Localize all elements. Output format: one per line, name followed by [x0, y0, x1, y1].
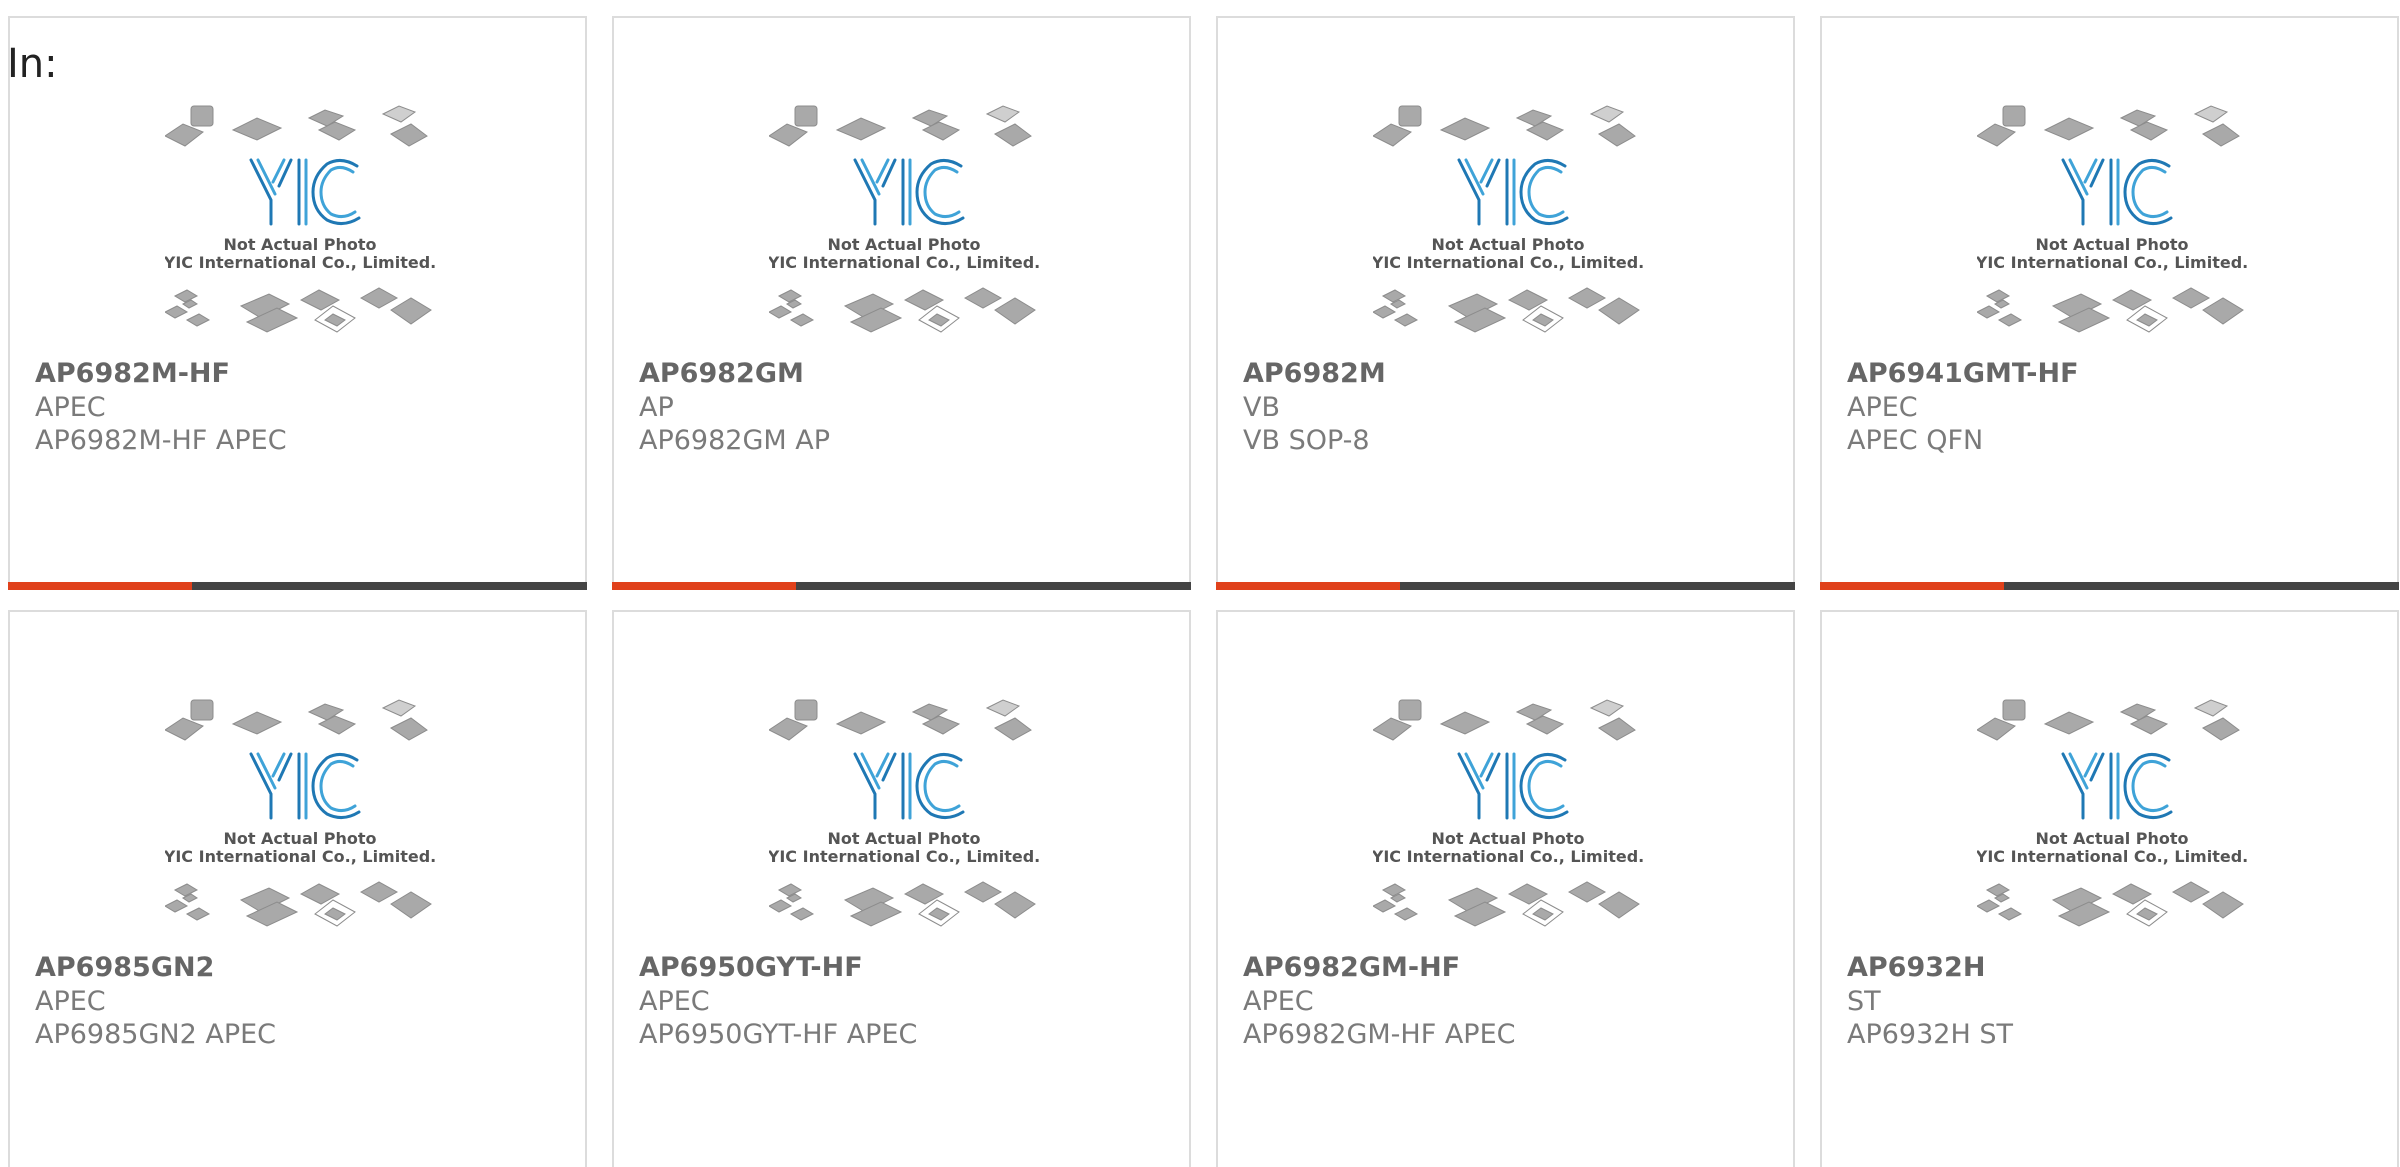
product-part-number[interactable]: AP6982GM — [639, 358, 804, 389]
photo-caption-line1: Not Actual Photo — [223, 829, 376, 848]
photo-caption-line1: Not Actual Photo — [2035, 829, 2188, 848]
photo-caption-line2: YIC International Co., Limited. — [165, 847, 435, 866]
product-card-2[interactable]: Not Actual Photo YIC International Co., … — [612, 16, 1191, 590]
product-brand: ST — [1847, 986, 1881, 1017]
product-photo-placeholder[interactable]: Not Actual Photo YIC International Co., … — [165, 100, 435, 340]
chip-photo-image: Not Actual Photo YIC International Co., … — [1373, 699, 1643, 927]
chip-photo-image: Not Actual Photo YIC International Co., … — [1977, 699, 2247, 927]
chip-photo-image: Not Actual Photo YIC International Co., … — [769, 105, 1039, 333]
card-bar-rest — [1400, 582, 1795, 590]
product-description: AP6932H ST — [1847, 1019, 2013, 1050]
product-description: VB SOP-8 — [1243, 425, 1370, 456]
chip-photo-image: Not Actual Photo YIC International Co., … — [165, 699, 435, 927]
yic-logo — [2061, 752, 2173, 820]
card-bottom-bar — [1820, 582, 2399, 590]
yic-logo — [853, 158, 965, 226]
product-card-3[interactable]: Not Actual Photo YIC International Co., … — [1216, 16, 1795, 590]
photo-caption-line1: Not Actual Photo — [1431, 235, 1584, 254]
product-part-number[interactable]: AP6941GMT-HF — [1847, 358, 2079, 389]
product-description: AP6985GN2 APEC — [35, 1019, 277, 1050]
product-brand: APEC — [35, 986, 106, 1017]
product-photo-placeholder[interactable]: Not Actual Photo YIC International Co., … — [1373, 694, 1643, 934]
card-bar-rest — [192, 582, 587, 590]
product-card-6[interactable]: Not Actual Photo YIC International Co., … — [612, 610, 1191, 1167]
product-photo-placeholder[interactable]: Not Actual Photo YIC International Co., … — [1977, 100, 2247, 340]
photo-caption-line1: Not Actual Photo — [827, 235, 980, 254]
photo-caption-line2: YIC International Co., Limited. — [1977, 253, 2247, 272]
product-description: AP6950GYT-HF APEC — [639, 1019, 918, 1050]
product-description: AP6982M-HF APEC — [35, 425, 287, 456]
product-brand: APEC — [35, 392, 106, 423]
product-photo-placeholder[interactable]: Not Actual Photo YIC International Co., … — [1373, 100, 1643, 340]
chip-photo-image: Not Actual Photo YIC International Co., … — [1373, 105, 1643, 333]
photo-caption-line2: YIC International Co., Limited. — [165, 253, 435, 272]
yic-logo — [249, 158, 361, 226]
product-card-4[interactable]: Not Actual Photo YIC International Co., … — [1820, 16, 2399, 590]
chip-photo-image: Not Actual Photo YIC International Co., … — [1977, 105, 2247, 333]
product-grid: Not Actual Photo YIC International Co., … — [8, 16, 2399, 1167]
product-part-number[interactable]: AP6932H — [1847, 952, 1985, 983]
product-listing-page: In: Not Actual Photo YIC International C… — [0, 0, 2400, 1167]
product-photo-placeholder[interactable]: Not Actual Photo YIC International Co., … — [769, 100, 1039, 340]
photo-caption-line1: Not Actual Photo — [223, 235, 376, 254]
product-description: AP6982GM AP — [639, 425, 831, 456]
product-card-8[interactable]: Not Actual Photo YIC International Co., … — [1820, 610, 2399, 1167]
product-card-7[interactable]: Not Actual Photo YIC International Co., … — [1216, 610, 1795, 1167]
chip-photo-image: Not Actual Photo YIC International Co., … — [769, 699, 1039, 927]
product-part-number[interactable]: AP6982M — [1243, 358, 1386, 389]
product-photo-placeholder[interactable]: Not Actual Photo YIC International Co., … — [1977, 694, 2247, 934]
card-bottom-bar — [612, 582, 1191, 590]
photo-caption-line2: YIC International Co., Limited. — [1373, 847, 1643, 866]
product-card-1[interactable]: Not Actual Photo YIC International Co., … — [8, 16, 587, 590]
product-photo-placeholder[interactable]: Not Actual Photo YIC International Co., … — [165, 694, 435, 934]
photo-caption-line2: YIC International Co., Limited. — [1977, 847, 2247, 866]
card-bar-accent — [612, 582, 796, 590]
card-bar-accent — [8, 582, 192, 590]
in-label: In: — [7, 41, 58, 87]
yic-logo — [249, 752, 361, 820]
product-photo-placeholder[interactable]: Not Actual Photo YIC International Co., … — [769, 694, 1039, 934]
product-description: APEC QFN — [1847, 425, 1984, 456]
card-bottom-bar — [8, 582, 587, 590]
photo-caption-line2: YIC International Co., Limited. — [769, 847, 1039, 866]
product-brand: APEC — [639, 986, 710, 1017]
product-part-number[interactable]: AP6982M-HF — [35, 358, 230, 389]
yic-logo — [2061, 158, 2173, 226]
photo-caption-line2: YIC International Co., Limited. — [1373, 253, 1643, 272]
product-brand: VB — [1243, 392, 1280, 423]
card-bar-accent — [1820, 582, 2004, 590]
card-bar-rest — [796, 582, 1191, 590]
photo-caption-line2: YIC International Co., Limited. — [769, 253, 1039, 272]
product-brand: AP — [639, 392, 674, 423]
product-card-5[interactable]: Not Actual Photo YIC International Co., … — [8, 610, 587, 1167]
product-part-number[interactable]: AP6985GN2 — [35, 952, 214, 983]
card-bottom-bar — [1216, 582, 1795, 590]
product-brand: APEC — [1847, 392, 1918, 423]
photo-caption-line1: Not Actual Photo — [1431, 829, 1584, 848]
yic-logo — [1457, 158, 1569, 226]
photo-caption-line1: Not Actual Photo — [827, 829, 980, 848]
photo-caption-line1: Not Actual Photo — [2035, 235, 2188, 254]
product-description: AP6982GM-HF APEC — [1243, 1019, 1516, 1050]
product-part-number[interactable]: AP6982GM-HF — [1243, 952, 1460, 983]
product-part-number[interactable]: AP6950GYT-HF — [639, 952, 863, 983]
yic-logo — [1457, 752, 1569, 820]
chip-photo-image: Not Actual Photo YIC International Co., … — [165, 105, 435, 333]
card-bar-accent — [1216, 582, 1400, 590]
card-bar-rest — [2004, 582, 2399, 590]
product-brand: APEC — [1243, 986, 1314, 1017]
yic-logo — [853, 752, 965, 820]
